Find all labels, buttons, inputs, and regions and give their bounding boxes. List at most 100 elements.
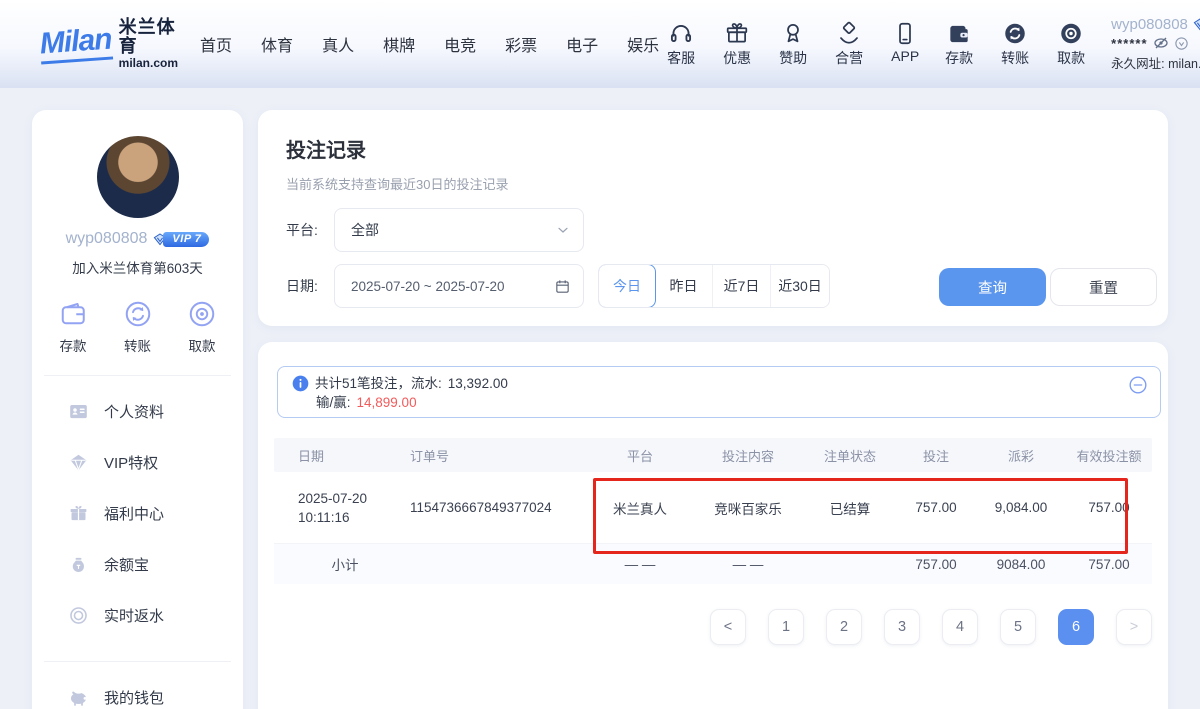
- subtotal-platform-dash: — —: [588, 557, 692, 572]
- customer-service-label: 客服: [667, 48, 695, 68]
- cell-payout: 9,084.00: [976, 500, 1066, 515]
- sidebar-transfer-label: 转账: [124, 335, 151, 355]
- nav-item-home[interactable]: 首页: [200, 32, 232, 56]
- transfer-icon: [123, 299, 153, 329]
- subtotal-content-dash: — —: [692, 557, 804, 572]
- cell-date-time: 10:11:16: [298, 510, 350, 525]
- id-card-icon: [68, 401, 89, 422]
- sidebar-avatar[interactable]: [97, 136, 179, 218]
- partnership-icon: [836, 20, 862, 47]
- username: wyp080808: [1111, 16, 1188, 33]
- sidebar-item-vip-privileges[interactable]: VIP特权: [32, 437, 243, 488]
- logo-chinese-name: 米兰体育: [119, 18, 178, 58]
- sidebar-item-welfare-label: 福利中心: [104, 503, 164, 524]
- sidebar-item-profile[interactable]: 个人资料: [32, 386, 243, 437]
- nav-item-entertainment[interactable]: 娱乐: [627, 32, 659, 56]
- page-title: 投注记录: [286, 134, 366, 163]
- partnership-button[interactable]: 合营: [827, 20, 871, 68]
- wallet-icon: [946, 20, 972, 47]
- sidebar-item-profile-label: 个人资料: [104, 401, 164, 422]
- piggy-bank-icon: [68, 687, 89, 708]
- date-range-presets: 今日 昨日 近7日 近30日: [598, 264, 830, 308]
- sidebar-item-my-wallet[interactable]: 我的钱包: [32, 672, 243, 709]
- cell-platform: 米兰真人: [588, 498, 692, 518]
- sponsorship-button[interactable]: 赞助: [771, 20, 815, 68]
- withdraw-button[interactable]: 取款: [1049, 20, 1093, 68]
- sidebar-item-welfare-center[interactable]: 福利中心: [32, 488, 243, 539]
- sidebar-item-rebate-label: 实时返水: [104, 605, 164, 626]
- summary-winloss-label: 输/赢:: [316, 393, 351, 412]
- platform-select[interactable]: 全部: [334, 208, 584, 252]
- range-yesterday-button[interactable]: 昨日: [655, 265, 713, 307]
- range-7days-button[interactable]: 近7日: [713, 265, 771, 307]
- collapse-summary-button[interactable]: [1128, 375, 1148, 400]
- nav-item-live-casino[interactable]: 真人: [322, 32, 354, 56]
- pagination-page-4[interactable]: 4: [942, 609, 978, 645]
- table-header-row: 日期 订单号 平台 投注内容 注单状态 投注 派彩 有效投注额: [274, 438, 1152, 472]
- app-download-button[interactable]: APP: [883, 20, 927, 68]
- customer-service-button[interactable]: 客服: [659, 20, 703, 68]
- pagination-prev-button[interactable]: <: [710, 609, 746, 645]
- sidebar-item-yuebao-label: 余额宝: [104, 554, 149, 575]
- top-header: Milan 米兰体育 milan.com 首页 体育 真人 棋牌 电竞 彩票 电…: [0, 0, 1200, 88]
- col-header-content: 投注内容: [692, 446, 804, 465]
- pagination-next-button[interactable]: >: [1116, 609, 1152, 645]
- join-days-note: 加入米兰体育第603天: [32, 257, 243, 277]
- subtotal-row: 小计 — — — — 757.00 9084.00 757.00: [274, 544, 1152, 584]
- calendar-icon: [554, 278, 571, 295]
- pagination-page-2[interactable]: 2: [826, 609, 862, 645]
- col-header-payout: 派彩: [976, 446, 1066, 465]
- pagination-page-3[interactable]: 3: [884, 609, 920, 645]
- transfer-button[interactable]: 转账: [993, 20, 1037, 68]
- subtotal-bet: 757.00: [896, 557, 976, 572]
- site-logo[interactable]: Milan 米兰体育 milan.com: [40, 18, 178, 71]
- deposit-button[interactable]: 存款: [937, 20, 981, 68]
- date-range-value: 2025-07-20 ~ 2025-07-20: [351, 279, 554, 294]
- sidebar-withdraw-button[interactable]: 取款: [187, 299, 217, 355]
- sidebar: wyp080808 VIP 7 加入米兰体育第603天 存款: [32, 110, 243, 709]
- sidebar-item-realtime-rebate[interactable]: 实时返水: [32, 590, 243, 641]
- welfare-icon: [68, 503, 89, 524]
- records-card: 共计51笔投注，流水: 13,392.00 输/赢: 14,899.00 日期 …: [258, 342, 1168, 709]
- transfer-label: 转账: [1001, 48, 1029, 68]
- nav-item-sports[interactable]: 体育: [261, 32, 293, 56]
- reset-button[interactable]: 重置: [1050, 268, 1157, 306]
- filters-card: 投注记录 当前系统支持查询最近30日的投注记录 平台: 全部 日期: 2025-…: [258, 110, 1168, 326]
- sidebar-transfer-button[interactable]: 转账: [123, 299, 153, 355]
- col-header-valid-bet: 有效投注额: [1066, 446, 1152, 465]
- sidebar-menu: 个人资料 VIP特权 福利中心: [32, 376, 243, 641]
- nav-item-esports[interactable]: 电竞: [444, 32, 476, 56]
- summary-total-label: 共计51笔投注，流水:: [315, 374, 442, 393]
- cell-date-day: 2025-07-20: [298, 491, 367, 506]
- header-quick-links: 客服 优惠 赞助: [659, 20, 927, 68]
- nav-item-slots[interactable]: 电子: [566, 32, 598, 56]
- search-button[interactable]: 查询: [939, 268, 1046, 306]
- sidebar-withdraw-label: 取款: [189, 335, 216, 355]
- table-row: 2025-07-20 10:11:16 1154736667849377024 …: [274, 472, 1152, 544]
- rebate-coin-icon: [68, 605, 89, 626]
- date-range-input[interactable]: 2025-07-20 ~ 2025-07-20: [334, 264, 584, 308]
- sidebar-item-my-wallet-label: 我的钱包: [104, 687, 164, 708]
- sidebar-vip-badge: VIP 7: [153, 232, 209, 247]
- deposit-label: 存款: [945, 48, 973, 68]
- sidebar-deposit-button[interactable]: 存款: [58, 299, 88, 355]
- refresh-balance-icon[interactable]: [1174, 36, 1189, 51]
- eye-off-icon[interactable]: [1153, 35, 1169, 51]
- range-today-button[interactable]: 今日: [598, 264, 656, 308]
- pagination-page-6[interactable]: 6: [1058, 609, 1094, 645]
- page: Milan 米兰体育 milan.com 首页 体育 真人 棋牌 电竞 彩票 电…: [0, 0, 1200, 709]
- range-30days-button[interactable]: 近30日: [771, 265, 829, 307]
- pagination-page-5[interactable]: 5: [1000, 609, 1036, 645]
- nav-item-board-games[interactable]: 棋牌: [383, 32, 415, 56]
- subtotal-payout: 9084.00: [976, 557, 1066, 572]
- col-header-platform: 平台: [588, 446, 692, 465]
- nav-item-lottery[interactable]: 彩票: [505, 32, 537, 56]
- page-subtitle: 当前系统支持查询最近30日的投注记录: [286, 174, 508, 193]
- platform-filter-row: 平台: 全部: [286, 208, 584, 252]
- promotions-button[interactable]: 优惠: [715, 20, 759, 68]
- sidebar-item-vip-label: VIP特权: [104, 452, 158, 473]
- sidebar-item-yuebao[interactable]: 余额宝: [32, 539, 243, 590]
- gem-icon: [68, 452, 89, 473]
- cell-status: 已结算: [804, 498, 896, 518]
- pagination-page-1[interactable]: 1: [768, 609, 804, 645]
